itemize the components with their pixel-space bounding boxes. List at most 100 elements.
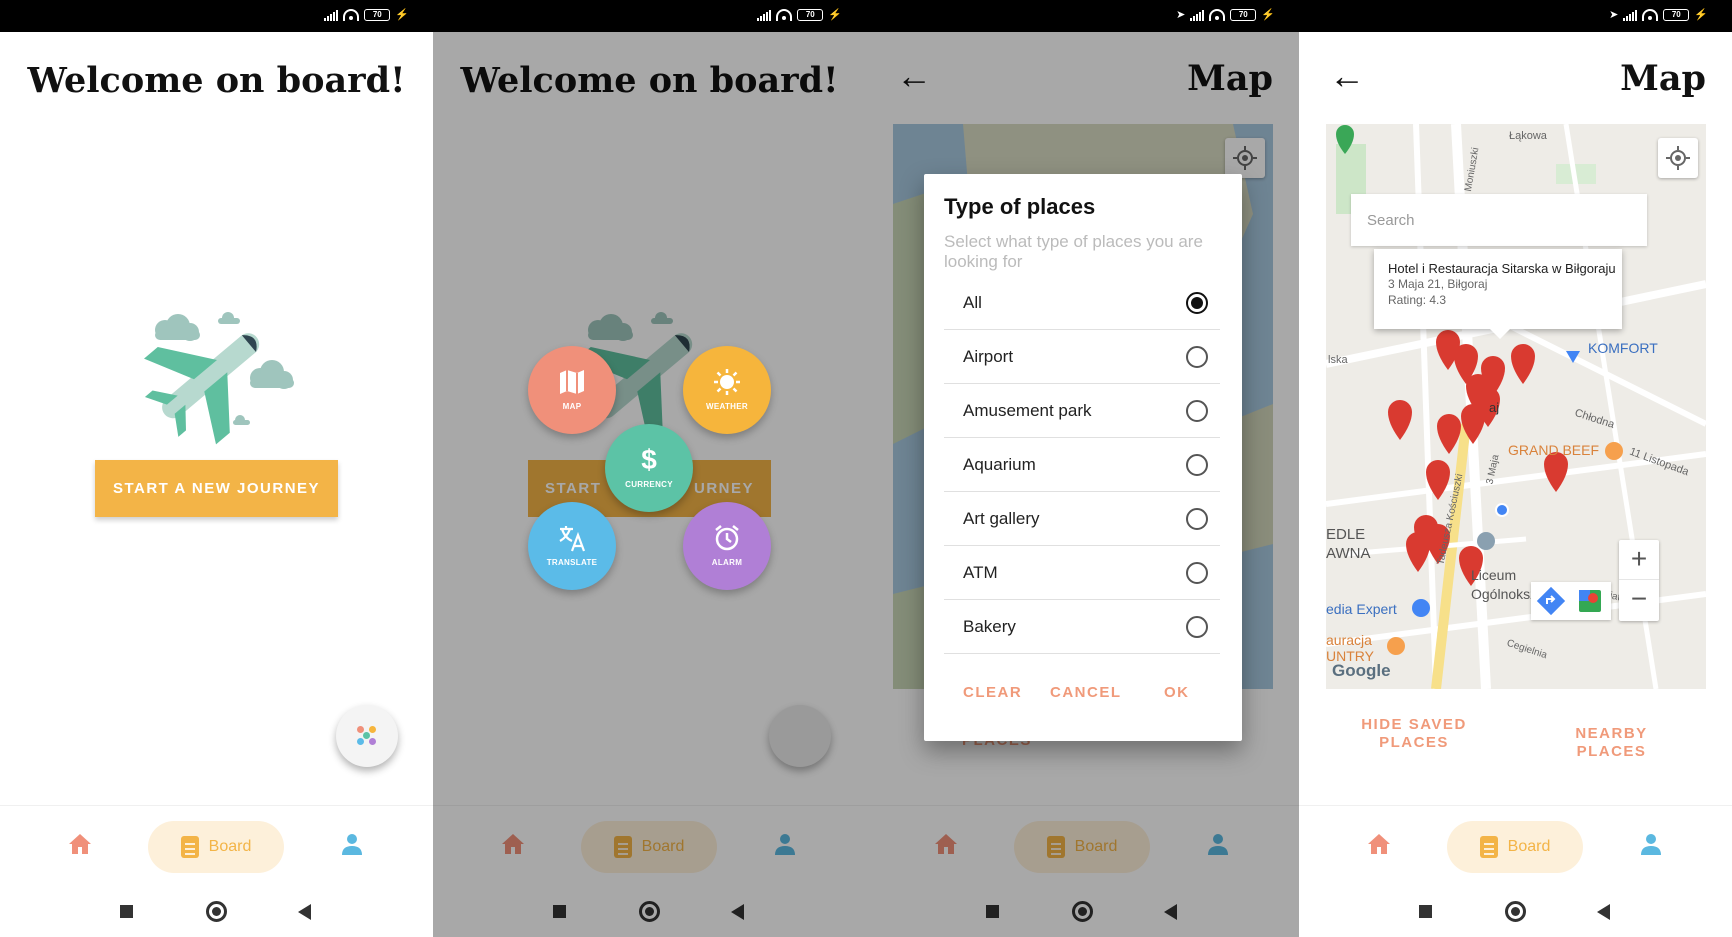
option-bakery[interactable]: Bakery bbox=[944, 600, 1220, 654]
map-label: edia Expert bbox=[1326, 601, 1397, 617]
back-triangle-icon[interactable] bbox=[1597, 904, 1610, 920]
map-label: EDLE bbox=[1326, 526, 1366, 543]
translate-menu-button[interactable]: TRANSLATE bbox=[528, 502, 616, 590]
signal-icon bbox=[1623, 9, 1638, 21]
option-label: Bakery bbox=[963, 617, 1016, 636]
page-title: Welcome on board! bbox=[27, 60, 406, 101]
zoom-controls: + − bbox=[1619, 540, 1659, 621]
search-placeholder: Search bbox=[1367, 212, 1415, 229]
profile-icon[interactable] bbox=[342, 833, 362, 855]
system-nav-bar bbox=[0, 885, 433, 937]
signal-icon bbox=[324, 9, 339, 21]
dialog-title: Type of places bbox=[944, 194, 1096, 219]
type-of-places-dialog: Type of places Select what type of place… bbox=[924, 174, 1242, 741]
menu-fab[interactable] bbox=[769, 705, 831, 767]
dollar-icon: $ bbox=[641, 444, 657, 475]
wifi-icon bbox=[776, 9, 793, 21]
google-logo: Google bbox=[1332, 661, 1391, 680]
wifi-icon bbox=[1209, 9, 1226, 21]
option-art-gallery[interactable]: Art gallery bbox=[944, 492, 1220, 546]
hide-saved-places-button[interactable]: HIDE SAVED PLACES bbox=[1359, 716, 1469, 752]
map-toolbar-icons bbox=[1536, 586, 1601, 616]
radio-unselected[interactable] bbox=[1186, 508, 1208, 530]
option-label: Amusement park bbox=[963, 401, 1092, 420]
menu-fab[interactable] bbox=[336, 705, 398, 767]
battery-icon: 70 bbox=[364, 9, 391, 21]
home-circle-icon[interactable] bbox=[1505, 901, 1526, 922]
weather-menu-button[interactable]: WEATHER bbox=[683, 346, 771, 434]
back-triangle-icon[interactable] bbox=[298, 904, 311, 920]
screen-map-city: ➤ 70 ⚡ ← Map Łąkowa Moniuszki lska KOMFO… bbox=[1299, 0, 1732, 937]
radio-unselected[interactable] bbox=[1186, 562, 1208, 584]
wifi-icon bbox=[1642, 9, 1659, 21]
nav-board-label: Board bbox=[1507, 838, 1551, 855]
translate-icon bbox=[559, 526, 586, 552]
google-maps-icon[interactable] bbox=[1579, 590, 1601, 612]
map-label: auracja bbox=[1326, 632, 1372, 648]
dim-overlay-nav bbox=[433, 805, 866, 937]
charging-icon: ⚡ bbox=[828, 9, 842, 21]
option-amusement-park[interactable]: Amusement park bbox=[944, 384, 1220, 438]
crosshair-icon bbox=[1666, 146, 1690, 170]
search-input[interactable]: Search bbox=[1351, 194, 1647, 246]
menu-label: WEATHER bbox=[706, 402, 748, 411]
clear-button[interactable]: CLEAR bbox=[963, 684, 1022, 701]
radio-unselected[interactable] bbox=[1186, 400, 1208, 422]
my-location-button[interactable] bbox=[1658, 138, 1698, 178]
battery-icon: 70 bbox=[1663, 9, 1690, 21]
alarm-menu-button[interactable]: ALARM bbox=[683, 502, 771, 590]
menu-label: CURRENCY bbox=[625, 480, 673, 489]
clipboard-icon bbox=[180, 836, 199, 858]
zoom-out-button[interactable]: − bbox=[1619, 580, 1659, 620]
wifi-icon bbox=[343, 9, 360, 21]
recents-icon[interactable] bbox=[120, 905, 133, 918]
status-bar: 70 ⚡ bbox=[0, 0, 433, 32]
map-menu-button[interactable]: MAP bbox=[528, 346, 616, 434]
nav-board-tab[interactable]: Board bbox=[148, 821, 284, 873]
cancel-button[interactable]: CANCEL bbox=[1050, 684, 1122, 701]
radio-unselected[interactable] bbox=[1186, 454, 1208, 476]
radio-unselected[interactable] bbox=[1186, 346, 1208, 368]
sun-icon bbox=[714, 369, 740, 395]
option-airport[interactable]: Airport bbox=[944, 330, 1220, 384]
recents-icon[interactable] bbox=[1419, 905, 1432, 918]
nav-board-label: Board bbox=[208, 838, 252, 855]
profile-icon[interactable] bbox=[1641, 833, 1661, 855]
map-label: GRAND BEEF bbox=[1508, 442, 1600, 458]
home-icon[interactable] bbox=[68, 833, 92, 855]
battery-icon: 70 bbox=[1230, 9, 1257, 21]
option-atm[interactable]: ATM bbox=[944, 546, 1220, 600]
zoom-in-button[interactable]: + bbox=[1619, 540, 1659, 580]
ok-button[interactable]: OK bbox=[1164, 684, 1190, 701]
city-map[interactable]: Łąkowa Moniuszki lska KOMFORT aj Chłodna… bbox=[1326, 124, 1706, 689]
home-icon[interactable] bbox=[1367, 833, 1391, 855]
option-label: All bbox=[963, 293, 982, 312]
directions-icon[interactable] bbox=[1536, 586, 1566, 616]
map-label: KOMFORT bbox=[1588, 340, 1658, 356]
airplane-illustration bbox=[144, 312, 294, 445]
option-all[interactable]: All bbox=[944, 276, 1220, 330]
map-label: Liceum bbox=[1471, 567, 1517, 583]
bottom-nav: Board bbox=[0, 805, 433, 885]
option-aquarium[interactable]: Aquarium bbox=[944, 438, 1220, 492]
home-circle-icon[interactable] bbox=[206, 901, 227, 922]
radio-selected[interactable] bbox=[1186, 292, 1208, 314]
currency-menu-button[interactable]: $ CURRENCY bbox=[605, 424, 693, 512]
option-label: Art gallery bbox=[963, 509, 1040, 528]
menu-label: ALARM bbox=[711, 558, 743, 567]
back-arrow-icon[interactable]: ← bbox=[1329, 56, 1365, 96]
nearby-places-button[interactable]: NEARBY PLACES bbox=[1539, 725, 1684, 761]
status-bar: ➤ 70 ⚡ bbox=[866, 0, 1299, 32]
place-info-window[interactable]: Hotel i Restauracja Sitarska w Biłgoraju… bbox=[1374, 249, 1622, 339]
hide-saved-line2: PLACES bbox=[1379, 734, 1449, 751]
bottom-nav: Board bbox=[1299, 805, 1732, 885]
screen-map-filter: ➤ 70 ⚡ ← Map PLACES Board bbox=[866, 0, 1299, 937]
dots-icon bbox=[357, 726, 377, 746]
charging-icon: ⚡ bbox=[395, 9, 409, 21]
menu-label: MAP bbox=[562, 402, 582, 411]
radio-unselected[interactable] bbox=[1186, 616, 1208, 638]
location-arrow-icon: ➤ bbox=[1609, 9, 1619, 21]
start-journey-button[interactable]: START A NEW JOURNEY bbox=[95, 460, 338, 517]
nav-board-tab[interactable]: Board bbox=[1447, 821, 1583, 873]
screen-welcome: 70 ⚡ Welcome on board! START A NEW JOURN… bbox=[0, 0, 433, 937]
